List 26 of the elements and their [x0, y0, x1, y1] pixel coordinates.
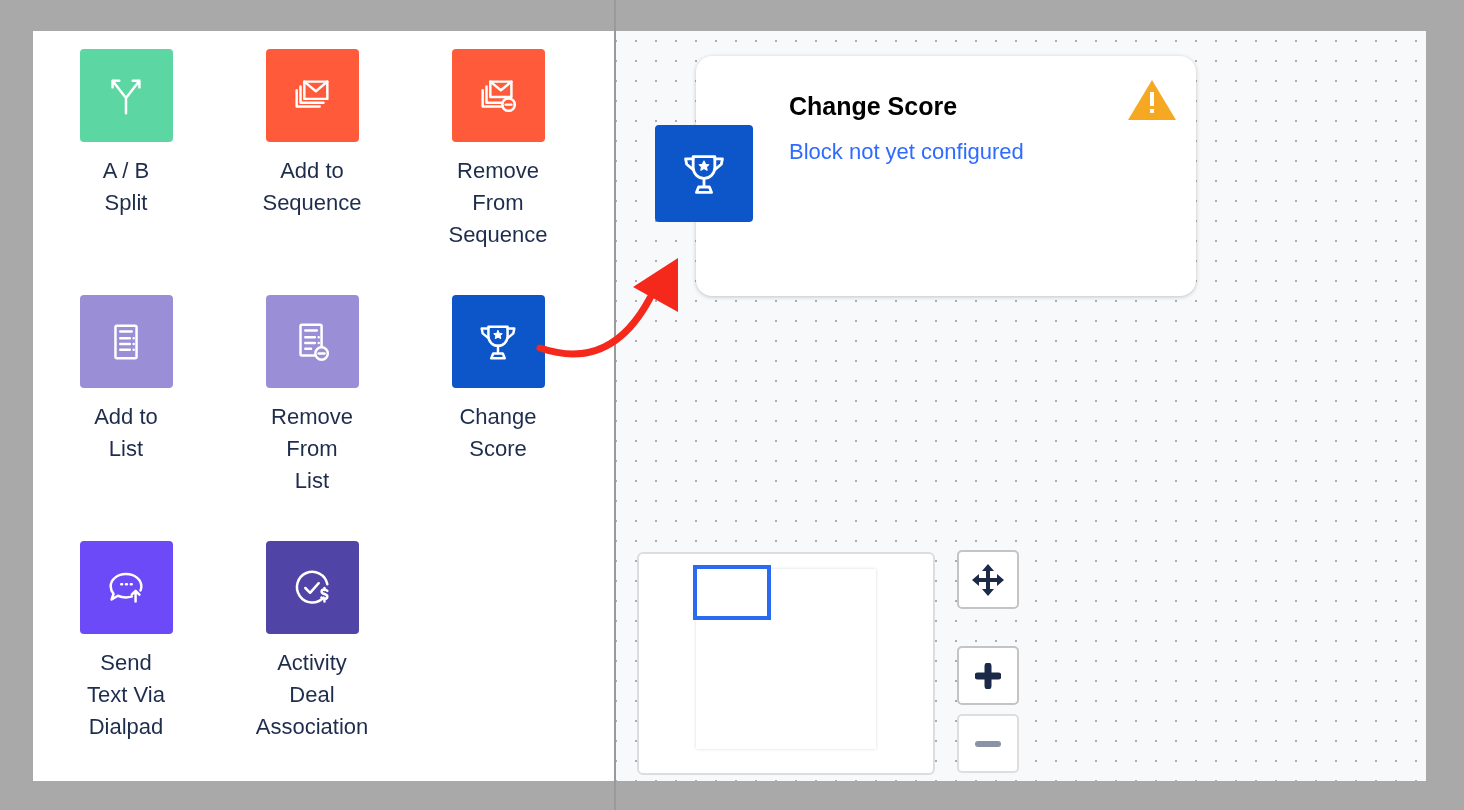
node-icon-tile[interactable] — [655, 125, 753, 222]
node-title: Change Score — [789, 92, 958, 121]
action-label: Send Text Via Dialpad — [87, 649, 165, 741]
zoom-in-button[interactable] — [957, 646, 1019, 705]
action-tile[interactable] — [79, 295, 173, 388]
action-label: Add to Sequence — [262, 157, 362, 217]
action-label: A / B Split — [102, 157, 150, 217]
action-tile[interactable] — [265, 295, 359, 388]
action-tile[interactable] — [451, 49, 545, 142]
node-card[interactable]: Change Score Block not yet configured — [696, 56, 1196, 296]
plus-icon — [975, 662, 1001, 689]
action-tile[interactable] — [265, 541, 359, 634]
action-label: Activity Deal Association — [255, 649, 369, 741]
action-tile[interactable] — [265, 49, 359, 142]
pan-button[interactable] — [957, 550, 1019, 609]
move-icon — [971, 562, 1005, 597]
minus-icon — [975, 739, 1001, 748]
action-label: Remove From List — [271, 403, 353, 495]
action-tile[interactable] — [79, 541, 173, 634]
action-label: Add to List — [94, 403, 158, 463]
action-tile[interactable] — [451, 295, 545, 388]
action-label: Remove From Sequence — [448, 157, 548, 249]
action-tile[interactable] — [79, 49, 173, 142]
node-status: Block not yet configured — [789, 139, 1024, 165]
action-label: Change Score — [459, 403, 537, 463]
minimap-viewport[interactable] — [693, 565, 771, 620]
